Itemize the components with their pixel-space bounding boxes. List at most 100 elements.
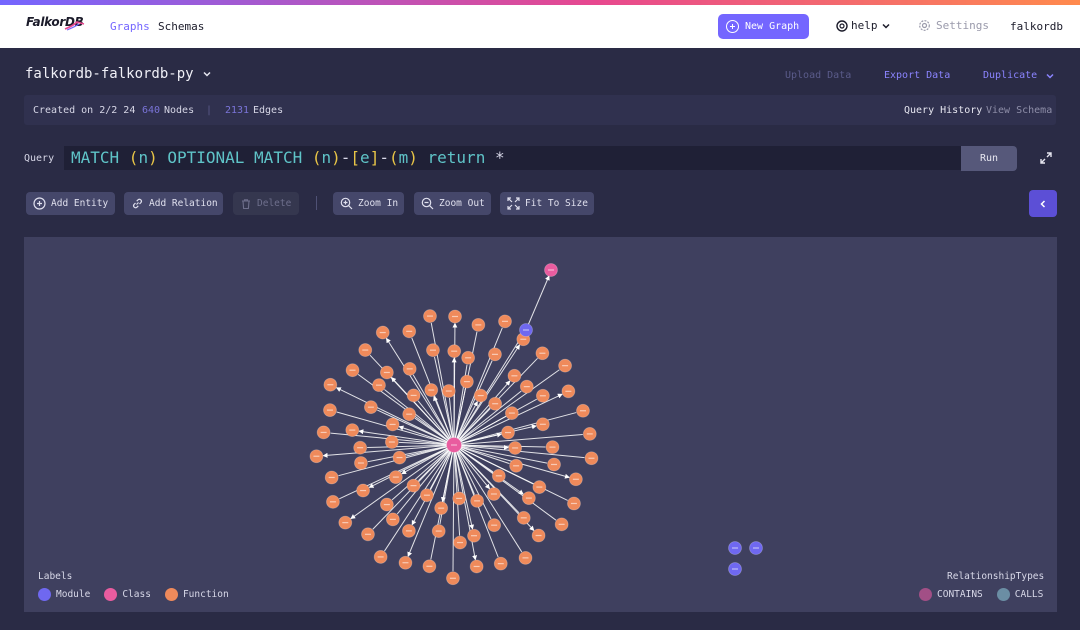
- run-button[interactable]: Run: [961, 146, 1017, 171]
- chevron-down-icon: [881, 23, 890, 29]
- fit-to-size-label: Fit To Size: [525, 198, 588, 209]
- graph-edge[interactable]: [525, 275, 550, 331]
- collapse-panel-button[interactable]: [1029, 190, 1057, 217]
- node-label-mark: [452, 315, 459, 318]
- graph-visualization[interactable]: [24, 237, 1057, 612]
- gear-icon: [919, 20, 930, 31]
- node-label-mark: [572, 478, 579, 480]
- duplicate-label: Duplicate: [983, 70, 1038, 81]
- legend-item-calls[interactable]: CALLS: [996, 588, 1044, 601]
- node-label-mark: [523, 386, 530, 388]
- settings-label: Settings: [936, 19, 989, 32]
- legend-item-function[interactable]: Function: [164, 588, 229, 601]
- zoom-in-button[interactable]: Zoom In: [333, 192, 404, 215]
- node-label-mark: [732, 568, 738, 570]
- expand-icon[interactable]: [1040, 152, 1052, 164]
- query-history-button[interactable]: Query History: [904, 105, 982, 116]
- relationship-types-legend: CONTAINS CALLS: [919, 588, 1043, 601]
- node-label-mark: [362, 349, 369, 351]
- module-color-dot: [38, 588, 51, 601]
- view-schema-button[interactable]: View Schema: [986, 105, 1052, 116]
- node-label-mark: [383, 371, 390, 374]
- node-label-mark: [539, 352, 546, 354]
- query-token: ): [148, 148, 158, 167]
- add-entity-label: Add Entity: [51, 198, 109, 209]
- edges-count: 2131: [225, 105, 250, 116]
- nav-graphs-link[interactable]: Graphs: [110, 20, 150, 33]
- zoom-out-button[interactable]: Zoom Out: [414, 192, 491, 215]
- duplicate-button[interactable]: Duplicate: [983, 70, 1055, 81]
- node-label-mark: [435, 530, 442, 532]
- node-label-mark: [539, 423, 546, 425]
- settings-button[interactable]: Settings: [918, 19, 989, 32]
- node-label-mark: [456, 497, 463, 500]
- node-label-mark: [539, 395, 546, 397]
- query-token: [: [350, 148, 361, 167]
- fit-to-size-icon: [507, 197, 520, 210]
- node-label-mark: [520, 517, 527, 519]
- export-data-button[interactable]: Export Data: [884, 70, 950, 81]
- node-label-mark: [364, 533, 371, 535]
- add-entity-button[interactable]: Add Entity: [26, 192, 115, 215]
- nav-schemas-link[interactable]: Schemas: [158, 20, 204, 33]
- nodes-layer: [309, 263, 763, 586]
- zoom-in-icon: [340, 197, 353, 210]
- chevron-left-icon: [1040, 199, 1046, 208]
- query-token: ): [331, 148, 341, 167]
- nodes-count: 640: [142, 105, 161, 116]
- query-editor[interactable]: MATCH (n) OPTIONAL MATCH (n)-[e]-(m) ret…: [64, 146, 961, 170]
- node-label-mark: [477, 394, 484, 397]
- query-token: n: [321, 148, 332, 167]
- graph-selector[interactable]: falkordb-falkordb-py: [25, 66, 212, 82]
- node-label-mark: [471, 535, 478, 537]
- graph-edge[interactable]: [452, 444, 455, 572]
- node-label-mark: [342, 522, 349, 524]
- query-token: return: [417, 148, 495, 167]
- node-label-mark: [402, 562, 409, 564]
- query-token: *: [494, 148, 505, 167]
- node-label-mark: [570, 502, 577, 505]
- graph-canvas[interactable]: Labels Module Class Function Relationshi…: [24, 237, 1057, 612]
- node-label-mark: [525, 497, 532, 499]
- node-label-mark: [536, 486, 543, 488]
- created-date: Created on 2/2 24: [33, 105, 136, 116]
- node-label-mark: [389, 518, 396, 520]
- node-label-mark: [426, 565, 433, 567]
- legend-label-class: Class: [122, 589, 151, 600]
- query-token: n: [138, 148, 149, 167]
- node-label-mark: [367, 406, 374, 408]
- logo-swoosh-icon: [64, 21, 85, 31]
- query-token: (: [128, 148, 139, 167]
- add-relation-button[interactable]: Add Relation: [124, 192, 223, 215]
- node-label-mark: [513, 465, 520, 467]
- fit-to-size-button[interactable]: Fit To Size: [500, 192, 594, 215]
- node-label-mark: [523, 329, 529, 331]
- help-menu[interactable]: help: [836, 19, 891, 32]
- node-label-mark: [451, 444, 457, 446]
- legend-label-calls: CALLS: [1014, 589, 1044, 600]
- query-token: MATCH: [71, 148, 129, 167]
- legend-item-contains[interactable]: CONTAINS: [919, 588, 983, 601]
- new-graph-button[interactable]: New Graph: [718, 14, 809, 39]
- node-label-mark: [562, 365, 569, 367]
- node-label-mark: [549, 446, 556, 448]
- delete-button[interactable]: Delete: [233, 192, 299, 215]
- graph-edge[interactable]: [452, 322, 458, 446]
- query-token: (: [388, 148, 399, 167]
- graph-edge[interactable]: [453, 444, 492, 520]
- info-separator: |: [206, 105, 213, 116]
- node-label-mark: [548, 269, 554, 271]
- legend-item-module[interactable]: Module: [38, 588, 90, 601]
- node-label-mark: [473, 565, 480, 568]
- zoom-out-icon: [421, 197, 434, 210]
- legend-item-class[interactable]: Class: [104, 588, 151, 601]
- node-label-mark: [465, 357, 472, 359]
- user-name[interactable]: falkordb: [1010, 20, 1063, 33]
- query-text: MATCH (n) OPTIONAL MATCH (n)-[e]-(m) ret…: [71, 148, 505, 167]
- new-graph-label: New Graph: [745, 21, 800, 32]
- node-label-mark: [732, 547, 738, 549]
- node-label-mark: [501, 320, 508, 322]
- node-label-mark: [389, 423, 396, 426]
- upload-data-button[interactable]: Upload Data: [785, 70, 851, 81]
- add-relation-label: Add Relation: [149, 198, 218, 209]
